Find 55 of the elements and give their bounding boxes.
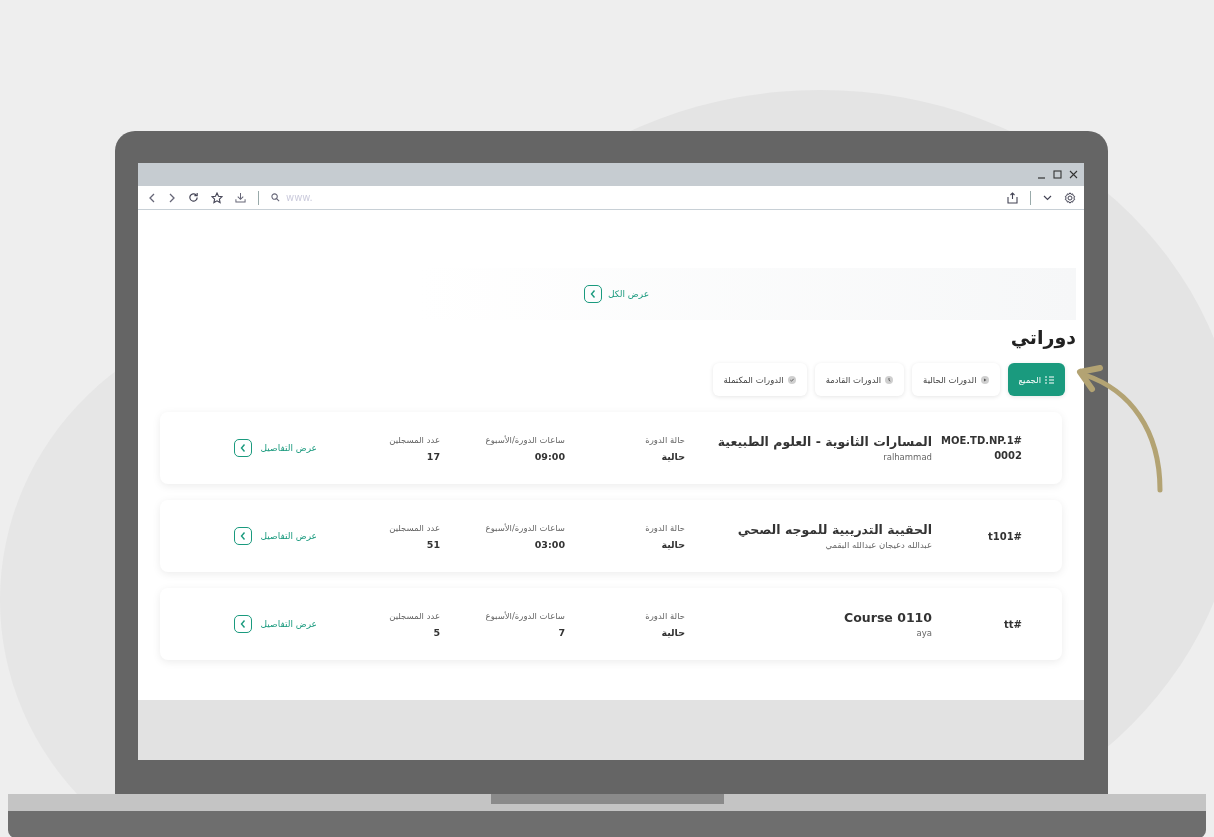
enrolled-value: 17 xyxy=(425,450,440,462)
hours-value: 03:00 xyxy=(533,538,565,550)
filter-tab[interactable]: الدورات المكتملة xyxy=(712,363,807,396)
share-icon[interactable] xyxy=(1007,191,1018,204)
course-name: المسارات الثانوية - العلوم الطبيعية xyxy=(716,434,932,449)
page-title: دوراتي xyxy=(1009,326,1076,348)
course-code: #t101 xyxy=(986,529,1022,544)
details-link[interactable]: عرض التفاصيل xyxy=(260,619,317,629)
check-circle-icon xyxy=(787,375,796,384)
chevron-left-icon[interactable] xyxy=(234,439,253,457)
chevron-left-icon[interactable] xyxy=(583,285,602,303)
maximize-icon[interactable] xyxy=(1052,169,1062,180)
status-label: حالة الدورة xyxy=(644,610,685,621)
hours-label: ساعات الدورة/الأسبوع xyxy=(484,434,565,445)
instructor-name: عبدالله دعيجان عبدالله البقمي xyxy=(824,540,932,550)
status-value: حالية xyxy=(660,538,685,550)
back-icon[interactable] xyxy=(148,192,156,203)
chevron-left-icon[interactable] xyxy=(234,615,253,633)
hours-label: ساعات الدورة/الأسبوع xyxy=(484,522,565,533)
hours-value: 7 xyxy=(557,626,565,638)
reload-icon[interactable] xyxy=(188,192,199,203)
play-circle-icon xyxy=(980,375,989,384)
course-code: #MOE.TD.NP.1 0002 xyxy=(942,434,1022,463)
list-icon xyxy=(1045,375,1054,384)
clock-icon xyxy=(885,375,894,384)
download-icon[interactable] xyxy=(235,192,246,203)
course-name: Course 0110 xyxy=(843,610,932,625)
hours-label: ساعات الدورة/الأسبوع xyxy=(484,610,565,621)
filter-tab[interactable]: الجميع xyxy=(1007,363,1065,396)
filter-tab[interactable]: الدورات القادمة xyxy=(814,363,905,396)
details-link[interactable]: عرض التفاصيل xyxy=(260,531,317,541)
chevron-down-icon[interactable] xyxy=(1043,194,1052,201)
close-icon[interactable] xyxy=(1068,169,1078,180)
course-code: #tt xyxy=(1003,617,1022,632)
view-all-link[interactable]: عرض الكل xyxy=(607,289,649,299)
instructor-name: aya xyxy=(915,628,932,638)
instructor-name: ralhammad xyxy=(882,452,932,462)
hours-value: 09:00 xyxy=(533,450,565,462)
chevron-left-icon[interactable] xyxy=(234,527,253,545)
enrolled-value: 51 xyxy=(425,538,440,550)
status-label: حالة الدورة xyxy=(644,434,685,445)
filter-tab[interactable]: الدورات الحالية xyxy=(912,363,1000,396)
status-label: حالة الدورة xyxy=(644,522,685,533)
settings-icon[interactable] xyxy=(1064,191,1076,204)
status-value: حالية xyxy=(660,626,685,638)
enrolled-label: عدد المسجلين xyxy=(388,522,440,533)
enrolled-label: عدد المسجلين xyxy=(388,610,440,621)
status-value: حالية xyxy=(660,450,685,462)
forward-icon[interactable] xyxy=(168,192,176,203)
enrolled-value: 5 xyxy=(432,626,440,638)
search-icon xyxy=(271,193,280,202)
course-name: الحقيبة التدريبية للموجه الصحي xyxy=(736,522,932,537)
enrolled-label: عدد المسجلين xyxy=(388,434,440,445)
details-link[interactable]: عرض التفاصيل xyxy=(260,443,317,453)
star-icon[interactable] xyxy=(211,191,223,204)
